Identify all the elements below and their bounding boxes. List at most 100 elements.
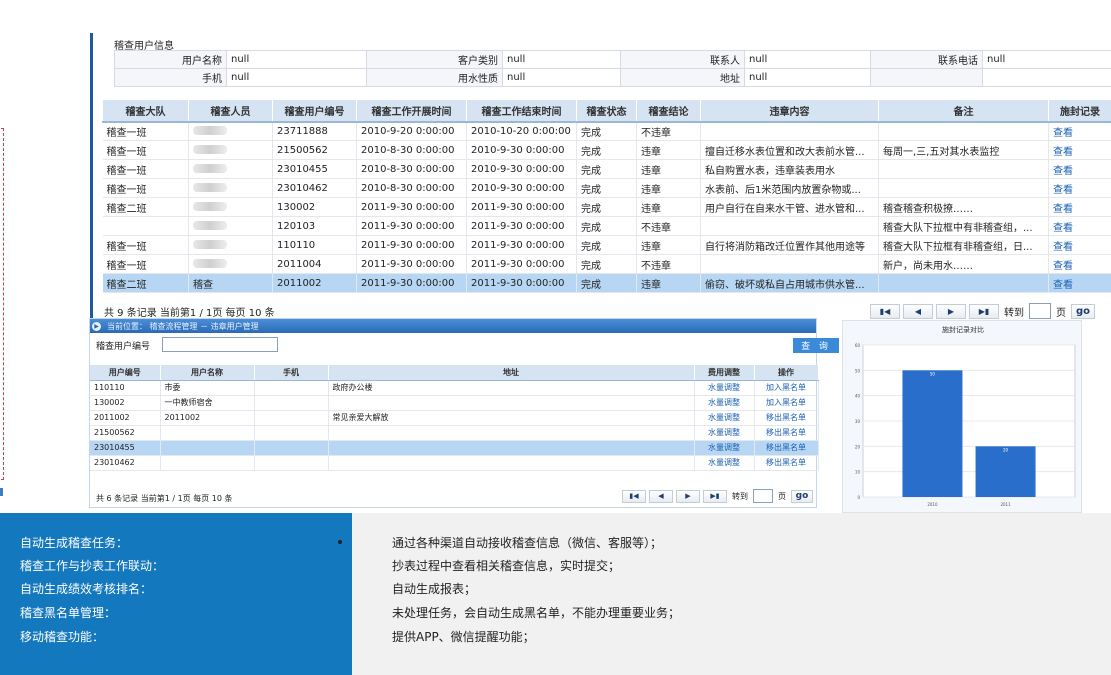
cell-no: 21500562 — [90, 425, 161, 441]
cell-user-no: 2011002 — [272, 273, 357, 293]
query-button[interactable]: 查 询 — [793, 338, 839, 353]
x-tick-label: 2010 — [927, 502, 938, 507]
fee-adjust-link[interactable]: 水量调整 — [694, 410, 755, 426]
view-link[interactable]: 查看 — [1048, 140, 1111, 160]
feature-item: 自动生成稽查任务： — [20, 536, 129, 550]
description-item: 自动生成报表； — [392, 582, 477, 596]
view-link[interactable]: 查看 — [1048, 178, 1111, 198]
cell-content: 自行将消防箱改迁位置作其他用途等 — [700, 235, 879, 255]
table-row[interactable]: 稽查一班 23010462 2010-8-30 0:00:00 2010-9-30 0… — [102, 178, 1111, 198]
column-header[interactable]: 操作 — [754, 365, 819, 381]
fee-adjust-link[interactable]: 水量调整 — [694, 455, 755, 471]
table-row[interactable]: 稽查一班 2011004 2011-9-30 0:00:00 2011-9-30 0:… — [102, 254, 1111, 274]
column-header[interactable]: 备注 — [878, 99, 1049, 123]
last-page-icon[interactable]: ▶▮ — [703, 489, 727, 503]
table-row[interactable]: 稽查一班 21500562 2010-8-30 0:00:00 2010-9-30 0… — [102, 140, 1111, 160]
column-header[interactable]: 稽查状态 — [576, 99, 637, 123]
cell-start: 2011-9-30 0:00:00 — [356, 235, 467, 255]
cell-conclusion: 违章 — [636, 178, 701, 198]
cell-start: 2011-9-30 0:00:00 — [356, 197, 467, 217]
next-page-icon[interactable]: ▶ — [676, 489, 700, 503]
page-number-input[interactable] — [1029, 303, 1051, 319]
view-link[interactable]: 查看 — [1048, 159, 1111, 179]
go-button[interactable]: go — [791, 489, 813, 503]
table-row[interactable]: 21500562 水量调整 移出黑名单 — [90, 425, 819, 441]
cell-address: 常见亲爱大解放 — [328, 410, 695, 426]
column-header[interactable]: 地址 — [328, 365, 695, 381]
blacklist-action-link[interactable]: 移出黑名单 — [754, 425, 819, 441]
cell-status: 完成 — [576, 159, 637, 179]
blacklist-action-link[interactable]: 加入黑名单 — [754, 395, 819, 411]
view-link[interactable]: 查看 — [1048, 235, 1111, 255]
cell-conclusion: 违章 — [636, 140, 701, 160]
column-header[interactable]: 违章内容 — [700, 99, 879, 123]
table-row[interactable]: 120103 2011-9-30 0:00:00 2011-9-30 0:00:00… — [102, 216, 1111, 236]
blacklist-action-link[interactable]: 移出黑名单 — [754, 410, 819, 426]
table-row[interactable]: 稽查一班 110110 2011-9-30 0:00:00 2011-9-30 0:0… — [102, 235, 1111, 255]
view-link[interactable]: 查看 — [1048, 121, 1111, 141]
first-page-icon[interactable]: ▮◀ — [870, 303, 900, 319]
blacklist-action-link[interactable]: 加入黑名单 — [754, 380, 819, 396]
column-header[interactable]: 稽查人员 — [188, 99, 273, 123]
column-header[interactable]: 费用调整 — [694, 365, 755, 381]
column-header[interactable]: 用户编号 — [90, 365, 161, 381]
table-row[interactable]: 稽查二班 稽查 2011002 2011-9-30 0:00:00 2011-9-30 … — [102, 273, 1111, 293]
cell-content — [700, 254, 879, 274]
table-row[interactable]: 稽查一班 23711888 2010-9-20 0:00:00 2010-10-20 … — [102, 121, 1111, 141]
cell-conclusion: 不违章 — [636, 121, 701, 141]
dashed-frame — [0, 128, 4, 480]
view-link[interactable]: 查看 — [1048, 254, 1111, 274]
table-row[interactable]: 130002 一中教师宿舍 水量调整 加入黑名单 — [90, 395, 819, 411]
view-link[interactable]: 查看 — [1048, 216, 1111, 236]
blacklist-action-link[interactable]: 移出黑名单 — [754, 440, 819, 456]
column-header[interactable]: 稽查用户编号 — [272, 99, 357, 123]
cell-remark: 稽查稽查积极撩…… — [878, 197, 1049, 217]
cell-person — [188, 159, 273, 179]
column-header[interactable]: 手机 — [254, 365, 329, 381]
column-header[interactable]: 用户名称 — [160, 365, 255, 381]
cell-team: 稽查二班 — [102, 197, 189, 217]
info-value: null — [226, 50, 367, 69]
fee-adjust-link[interactable]: 水量调整 — [694, 380, 755, 396]
violation-user-table: 用户编号 用户名称 手机 地址 费用调整 操作 110110 市委 政府办公楼 水量调… — [90, 365, 819, 471]
column-header[interactable]: 稽查工作开展时间 — [356, 99, 467, 123]
info-label: 用户名称 — [114, 50, 227, 69]
fee-adjust-link[interactable]: 水量调整 — [694, 440, 755, 456]
table-row[interactable]: 2011002 2011002 常见亲爱大解放 水量调整 移出黑名单 — [90, 410, 819, 426]
table-row[interactable]: 110110 市委 政府办公楼 水量调整 加入黑名单 — [90, 380, 819, 396]
column-header[interactable]: 稽查工作结束时间 — [466, 99, 577, 123]
column-header[interactable]: 稽查大队 — [102, 99, 189, 123]
cell-status: 完成 — [576, 197, 637, 217]
go-button[interactable]: go — [1071, 303, 1095, 319]
user-no-input[interactable] — [162, 337, 278, 352]
page-number-input[interactable] — [753, 489, 773, 503]
fee-adjust-link[interactable]: 水量调整 — [694, 425, 755, 441]
first-page-icon[interactable]: ▮◀ — [622, 489, 646, 503]
prev-page-icon[interactable]: ◀ — [903, 303, 933, 319]
resize-handle[interactable] — [0, 488, 3, 496]
table-row[interactable]: 23010455 水量调整 移出黑名单 — [90, 440, 819, 456]
bar-chart: 施封记录对比 0 10 20 30 40 50 60 50 2010 20 2011 — [855, 325, 1076, 507]
table-row[interactable]: 稽查二班 130002 2011-9-30 0:00:00 2011-9-30 0:0… — [102, 197, 1111, 217]
cell-remark — [878, 159, 1049, 179]
violation-user-panel: ▶ 当前位置： 稽查流程管理 － 违章用户管理 稽查用户编号 查 询 用户编号 … — [89, 318, 839, 508]
view-link[interactable]: 查看 — [1048, 197, 1111, 217]
column-header[interactable]: 稽查结论 — [636, 99, 701, 123]
info-label: 联系人 — [620, 50, 745, 69]
table-row[interactable]: 稽查一班 23010455 2010-8-30 0:00:00 2010-9-30 0… — [102, 159, 1111, 179]
cell-remark: 新户，尚未用水…… — [878, 254, 1049, 274]
table-header-row: 用户编号 用户名称 手机 地址 费用调整 操作 — [90, 365, 819, 381]
cell-status: 完成 — [576, 273, 637, 293]
feature-item: 自动生成绩效考核排名： — [20, 582, 153, 596]
last-page-icon[interactable]: ▶▮ — [969, 303, 999, 319]
column-header[interactable]: 施封记录 — [1048, 99, 1111, 123]
cell-content — [700, 121, 879, 141]
description-item: 提供APP、微信提醒功能； — [392, 630, 535, 644]
blacklist-action-link[interactable]: 移出黑名单 — [754, 455, 819, 471]
view-link[interactable]: 查看 — [1048, 273, 1111, 293]
info-value: null — [502, 68, 621, 87]
prev-page-icon[interactable]: ◀ — [649, 489, 673, 503]
table-row[interactable]: 23010462 水量调整 移出黑名单 — [90, 455, 819, 471]
fee-adjust-link[interactable]: 水量调整 — [694, 395, 755, 411]
next-page-icon[interactable]: ▶ — [936, 303, 966, 319]
